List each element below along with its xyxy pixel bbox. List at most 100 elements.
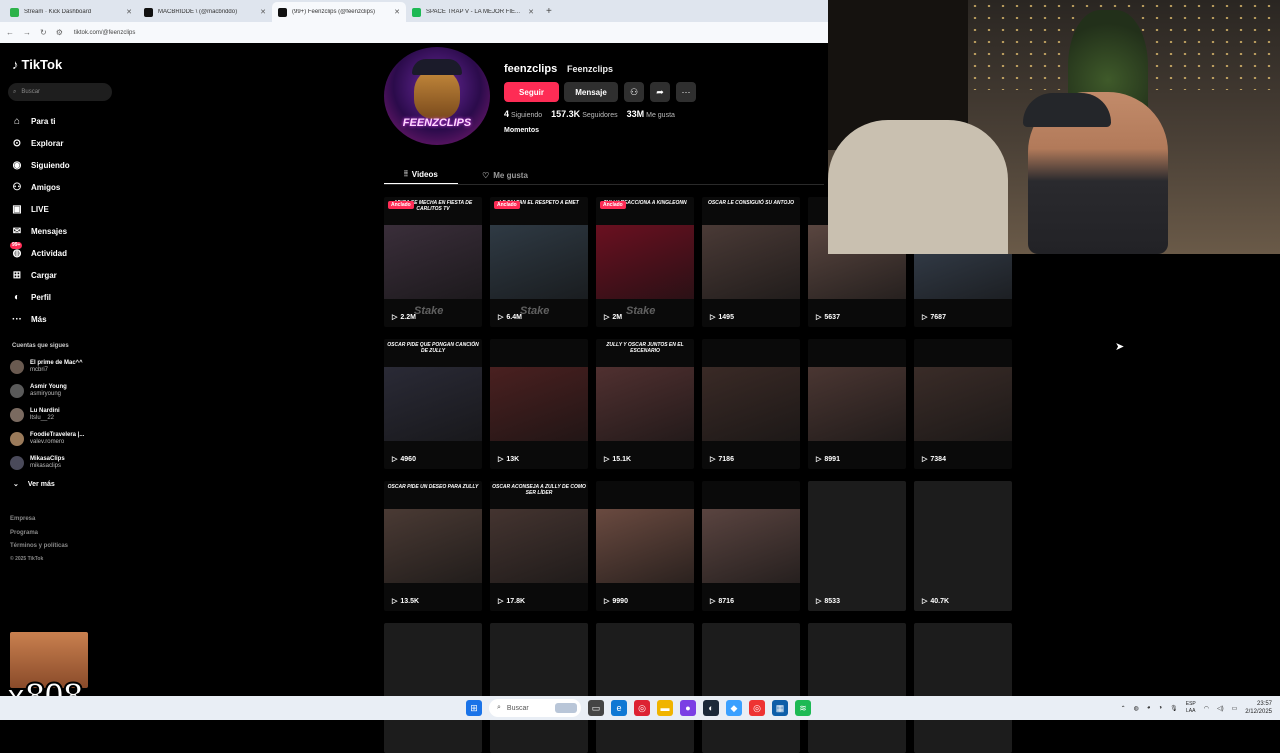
footer-link-program[interactable]: Programa xyxy=(10,527,68,541)
battery-icon[interactable]: ▭ xyxy=(1232,705,1238,712)
play-icon: ▷ xyxy=(604,314,610,321)
sidebar-item[interactable]: ◐ Perfil xyxy=(11,286,111,308)
following-account[interactable]: FoodieTravelera |... valev.romero xyxy=(10,427,120,451)
browser-tab[interactable]: MACBRIDDE \ (@macbriddo) ✕ xyxy=(138,2,272,22)
add-friend-icon[interactable]: ⚇ xyxy=(624,82,644,102)
forward-icon[interactable]: → xyxy=(23,28,31,37)
video-card[interactable] xyxy=(384,623,482,753)
sidebar-item[interactable]: ◉ Siguiendo xyxy=(11,154,111,176)
sidebar-item[interactable]: ⚇ Amigos xyxy=(11,176,111,198)
video-card[interactable]: ▷ 9990 xyxy=(596,481,694,611)
clock[interactable]: 23:57 2/12/2025 xyxy=(1245,700,1272,716)
sidebar-item[interactable]: ✉ Mensajes xyxy=(11,220,111,242)
footer-links: Empresa Programa Términos y políticas © … xyxy=(10,513,68,564)
share-icon[interactable]: ➦ xyxy=(650,82,670,102)
lang-bottom: LAA xyxy=(1186,708,1196,714)
url-field[interactable]: tiktok.com/@feenzclips xyxy=(74,30,135,36)
task-view-icon[interactable]: ▭ xyxy=(588,700,604,716)
browser-tab[interactable]: Stream · Kick Dashboard ✕ xyxy=(4,2,138,22)
video-card[interactable]: Oscar le consiguió su antojo ▷ 1495 xyxy=(702,197,800,327)
reload-icon[interactable]: ↻ xyxy=(40,28,47,37)
site-info-icon[interactable]: ⚙ xyxy=(56,28,63,37)
footer-link-company[interactable]: Empresa xyxy=(10,513,68,527)
tab-videos[interactable]: ⦙⦙ Videos xyxy=(384,165,458,185)
video-card[interactable]: Zully reacciona a Kingleonn Anclado Stake ▷… xyxy=(596,197,694,327)
search-input[interactable]: ⌕ Buscar xyxy=(8,83,112,101)
sidebar-item[interactable]: ⌂ Para ti xyxy=(11,110,111,132)
taskbar-search[interactable]: ⌕ Buscar xyxy=(489,699,581,717)
more-options-icon[interactable]: ··· xyxy=(676,82,696,102)
video-card[interactable]: Adica se mecha en fiesta de Carlitos TV A… xyxy=(384,197,482,327)
chrome-icon[interactable]: ◎ xyxy=(634,700,650,716)
new-tab-button[interactable]: + xyxy=(546,2,552,22)
following-account[interactable]: Asmir Young asmiryoung xyxy=(10,379,120,403)
footer-link-terms[interactable]: Términos y políticas xyxy=(10,540,68,554)
video-card[interactable] xyxy=(914,623,1012,753)
store-icon[interactable]: ▦ xyxy=(772,700,788,716)
following-account[interactable]: MikasaClips mikasaclips xyxy=(10,451,120,475)
tab-likes[interactable]: ♡ Me gusta xyxy=(458,165,552,185)
video-card[interactable]: ▷ 8716 xyxy=(702,481,800,611)
close-tab-icon[interactable]: ✕ xyxy=(394,8,400,16)
video-card[interactable]: Oscar pide un deseo para Zully ▷ 13.5K xyxy=(384,481,482,611)
sidebar-item[interactable]: ··· Más xyxy=(11,308,111,330)
spotify-icon[interactable]: ≋ xyxy=(795,700,811,716)
video-card[interactable]: ▷ 13K xyxy=(490,339,588,469)
close-tab-icon[interactable]: ✕ xyxy=(260,8,266,16)
following-account[interactable]: El prime de Mac^^ mcbri7 xyxy=(10,355,120,379)
view-count: ▷ 15.1K xyxy=(604,455,631,464)
view-count: ▷ 7687 xyxy=(922,313,946,322)
sidebar-item[interactable]: ◍ 99+ Actividad xyxy=(10,242,111,264)
video-card[interactable]: Oscar pide que pongan canción de Zully ▷ 4… xyxy=(384,339,482,469)
start-windows-icon[interactable]: ⊞ xyxy=(466,700,482,716)
volume-icon[interactable]: ◁) xyxy=(1217,705,1224,712)
browser-tab[interactable]: (99+) Feenzclips (@feenzclips) ✕ xyxy=(272,2,406,22)
stat-item[interactable]: 157.3K Seguidores xyxy=(551,109,617,119)
app-icon[interactable]: ◆ xyxy=(726,700,742,716)
video-card[interactable]: Le faltan el respeto a Emet Anclado Stake ▷… xyxy=(490,197,588,327)
obs-icon[interactable]: ● xyxy=(680,700,696,716)
close-tab-icon[interactable]: ✕ xyxy=(528,8,534,16)
chevron-up-icon[interactable]: ⌃ xyxy=(1121,705,1126,712)
tiktok-logo[interactable]: ♪ TikTok xyxy=(12,57,62,72)
sidebar-nav: ⌂ Para ti ⊙ Explorar ◉ Siguiendo ⚇ Amigos ▣ LIVE ✉… xyxy=(10,110,111,330)
back-icon[interactable]: ← xyxy=(6,28,14,37)
play-icon: ▷ xyxy=(392,456,398,463)
follow-button[interactable]: Seguir xyxy=(504,82,559,102)
video-card[interactable]: Zully y Oscar juntos en el escenario ▷ 15.… xyxy=(596,339,694,469)
profile-avatar[interactable]: FEENZCLIPS xyxy=(384,47,490,145)
video-card[interactable]: ▷ 7384 xyxy=(914,339,1012,469)
stat-item[interactable]: 4 Siguiendo xyxy=(504,109,542,119)
stat-item[interactable]: 33M Me gusta xyxy=(627,109,675,119)
video-card[interactable] xyxy=(596,623,694,753)
language-indicator[interactable]: ESP LAA xyxy=(1186,701,1196,715)
file-explorer-icon[interactable]: ▬ xyxy=(657,700,673,716)
video-card[interactable]: ▷ 40.7K xyxy=(914,481,1012,611)
video-card[interactable]: Oscar aconseja a Zully de como ser líder… xyxy=(490,481,588,611)
chrome-active-icon[interactable]: ◎ xyxy=(749,700,765,716)
video-card[interactable]: ▷ 8991 xyxy=(808,339,906,469)
video-card[interactable]: ▷ 8533 xyxy=(808,481,906,611)
following-account[interactable]: Lu Nardini ltslu__22 xyxy=(10,403,120,427)
see-more-button[interactable]: ⌄ Ver más xyxy=(13,480,55,489)
wifi-icon[interactable]: ◠ xyxy=(1204,705,1209,712)
video-card[interactable] xyxy=(808,623,906,753)
video-card[interactable] xyxy=(490,623,588,753)
sidebar-item[interactable]: ▣ LIVE xyxy=(11,198,111,220)
tray-app-icon[interactable]: ◍ xyxy=(1134,705,1139,712)
moments-link[interactable]: Momentos xyxy=(504,127,539,134)
steam-icon[interactable]: ◐ xyxy=(703,700,719,716)
sidebar-item[interactable]: ⊞ Cargar xyxy=(11,264,111,286)
message-button[interactable]: Mensaje xyxy=(564,82,618,102)
close-tab-icon[interactable]: ✕ xyxy=(126,8,132,16)
sidebar-item[interactable]: ⊙ Explorar xyxy=(11,132,111,154)
sidebar-item-label: Más xyxy=(31,314,47,324)
tray-discord-icon[interactable]: ◕ xyxy=(1147,705,1151,711)
video-card[interactable]: ▷ 7186 xyxy=(702,339,800,469)
browser-tab[interactable]: SPACE TRAP V - LA MEJOR FIE... ✕ xyxy=(406,2,540,22)
tray-app2-icon[interactable]: ◑ xyxy=(1158,705,1162,711)
video-card[interactable] xyxy=(702,623,800,753)
search-highlight-icon xyxy=(555,703,577,713)
microphone-icon[interactable]: 🎙 xyxy=(1170,705,1178,712)
edge-icon[interactable]: e xyxy=(611,700,627,716)
